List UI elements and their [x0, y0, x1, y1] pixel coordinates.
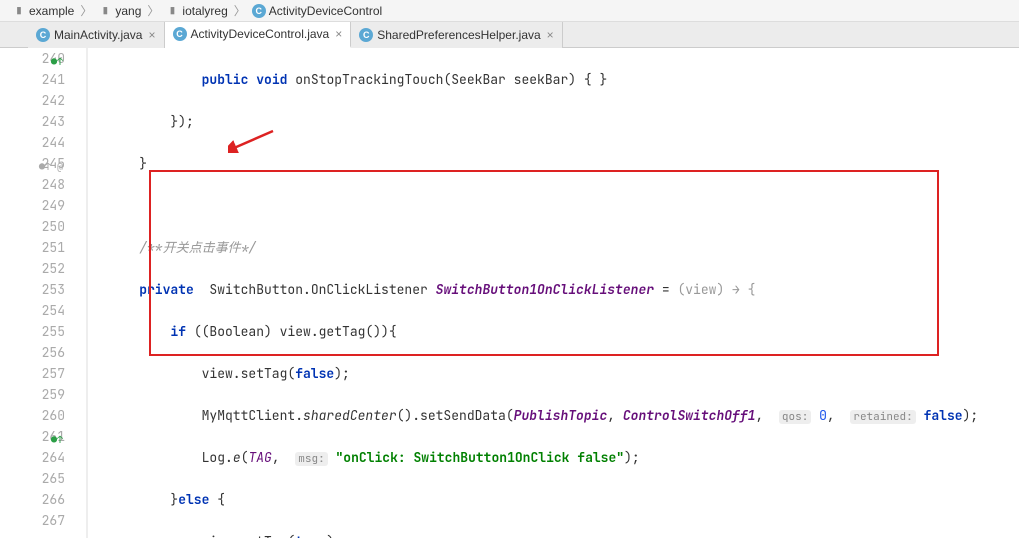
- breadcrumb-item-class[interactable]: C ActivityDeviceControl: [248, 4, 386, 18]
- breadcrumb-item-yang[interactable]: ▮ yang: [94, 4, 145, 18]
- class-icon: C: [173, 27, 187, 41]
- folder-icon: ▮: [12, 4, 26, 18]
- switch-click-comment: /**开关点击事件*/: [139, 239, 256, 256]
- line-number: 260: [42, 407, 65, 424]
- line-number: 252: [42, 260, 65, 277]
- breadcrumb: ▮ example 〉 ▮ yang 〉 ▮ iotalyreg 〉 C Act…: [0, 0, 1019, 22]
- chevron-right-icon: 〉: [78, 2, 94, 19]
- line-number: 265: [42, 470, 65, 487]
- line-number: 251: [42, 239, 65, 256]
- close-icon[interactable]: ×: [547, 28, 554, 42]
- line-number: 259: [42, 386, 65, 403]
- line-number: 257: [42, 365, 65, 382]
- class-icon: C: [359, 28, 373, 42]
- line-number: 248: [42, 176, 65, 193]
- line-number: 242: [42, 92, 65, 109]
- line-number: 249: [42, 197, 65, 214]
- line-number: 264: [42, 449, 65, 466]
- chevron-right-icon: 〉: [232, 2, 248, 19]
- chevron-right-icon: 〉: [145, 2, 161, 19]
- line-number: 266: [42, 491, 65, 508]
- breadcrumb-item-iotalyreg[interactable]: ▮ iotalyreg: [161, 4, 231, 18]
- close-icon[interactable]: ×: [148, 28, 155, 42]
- line-gutter: 240●↑ 241 242 243 244 245●↑ @ 248 249 25…: [0, 48, 88, 538]
- line-number: 254: [42, 302, 65, 319]
- line-number: 243: [42, 113, 65, 130]
- breadcrumb-item-example[interactable]: ▮ example: [8, 4, 78, 18]
- line-number: 244: [42, 134, 65, 151]
- editor-tabs: C MainActivity.java × C ActivityDeviceCo…: [0, 22, 1019, 48]
- line-number: 250: [42, 218, 65, 235]
- close-icon[interactable]: ×: [335, 27, 342, 41]
- line-number: 255: [42, 323, 65, 340]
- line-number: 241: [42, 71, 65, 88]
- code-editor[interactable]: 240●↑ 241 242 243 244 245●↑ @ 248 249 25…: [0, 48, 1019, 538]
- tab-activitydevicecontrol[interactable]: C ActivityDeviceControl.java ×: [165, 22, 352, 48]
- annotation-arrow-icon: [228, 128, 278, 153]
- fold-line: [86, 48, 87, 538]
- line-number: 256: [42, 344, 65, 361]
- tab-sharedpreferenceshelper[interactable]: C SharedPreferencesHelper.java ×: [351, 22, 562, 48]
- class-icon: C: [36, 28, 50, 42]
- folder-icon: ▮: [98, 4, 112, 18]
- code-content[interactable]: public void onStopTrackingTouch(SeekBar …: [88, 48, 1019, 538]
- line-number: 267: [42, 512, 65, 529]
- folder-icon: ▮: [165, 4, 179, 18]
- line-number: 253: [42, 281, 65, 298]
- class-icon: C: [252, 4, 266, 18]
- tab-mainactivity[interactable]: C MainActivity.java ×: [28, 22, 165, 48]
